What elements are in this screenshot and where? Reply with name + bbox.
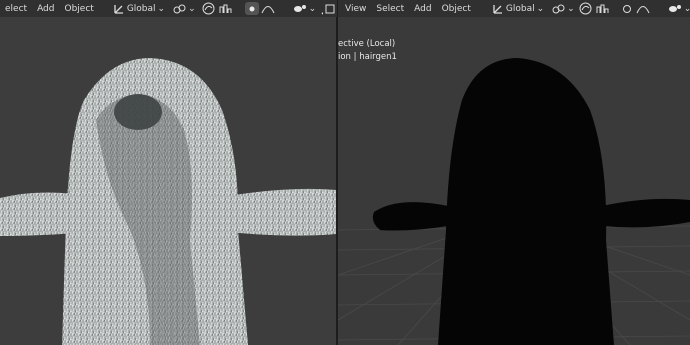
transform-orientation-icon [114, 4, 123, 14]
transform-orientation-value: Global [126, 3, 156, 14]
menu-add[interactable]: Add [409, 4, 436, 14]
snap-icon [202, 2, 215, 15]
pivot-point-icon [173, 4, 186, 13]
viewport-left[interactable]: elect Add Object Global ⌄ ⌄ ⌄ ⌄ [0, 0, 336, 345]
proportional-editing-toggle[interactable] [613, 2, 654, 16]
chevron-down-icon: ⌄ [157, 3, 166, 14]
proportional-editing-icon [622, 4, 631, 13]
proportional-editing-icon [249, 6, 255, 11]
chevron-down-icon: ⌄ [188, 3, 196, 14]
falloff-curve-icon [636, 5, 650, 13]
chevron-down-icon: ⌄ [308, 3, 317, 14]
shading-icon [325, 4, 335, 13]
object-visibility-icon [293, 4, 306, 12]
falloff-curve-icon [261, 5, 275, 13]
object-visibility-dropdown[interactable]: ⌄ [664, 2, 690, 16]
viewport-view-name: ective (Local) [338, 39, 396, 49]
menu-object[interactable]: Object [60, 4, 99, 14]
snap-toggle[interactable] [579, 2, 592, 16]
chevron-down-icon: ⌄ [536, 3, 545, 14]
pivot-point-dropdown[interactable]: ⌄ [169, 2, 200, 16]
snap-increment-dropdown[interactable] [219, 2, 232, 16]
chevron-down-icon: ⌄ [683, 3, 690, 14]
transform-orientation-value: Global [505, 3, 535, 14]
viewport-header-left: elect Add Object Global ⌄ ⌄ ⌄ ⌄ [0, 0, 336, 17]
fur-render-gray[interactable] [0, 0, 336, 345]
menu-select[interactable]: elect [0, 4, 32, 14]
viewport-right[interactable]: View Select Add Object Global ⌄ ⌄ ⌄ ecti… [338, 0, 690, 345]
transform-orientation-icon [493, 4, 502, 14]
snap-increment-dropdown[interactable] [596, 2, 609, 16]
snap-increment-icon [596, 4, 609, 13]
shading-toggle[interactable] [323, 0, 337, 17]
chevron-down-icon: ⌄ [567, 3, 575, 14]
proportional-editing-toggle[interactable] [238, 2, 279, 16]
viewport-object-info: ion | hairgen1 [338, 52, 397, 62]
transform-orientation-dropdown[interactable]: Global ⌄ [488, 2, 548, 16]
menu-add[interactable]: Add [32, 4, 59, 14]
pivot-point-icon [552, 4, 565, 13]
snap-increment-icon [219, 4, 232, 13]
menu-view[interactable]: View [340, 4, 371, 14]
transform-orientation-dropdown[interactable]: Global ⌄ [109, 2, 169, 16]
snap-toggle[interactable] [202, 2, 215, 16]
viewport-header-right: View Select Add Object Global ⌄ ⌄ ⌄ [338, 0, 690, 17]
object-visibility-dropdown[interactable]: ⌄ [289, 2, 321, 16]
snap-icon [579, 2, 592, 15]
object-visibility-icon [668, 4, 681, 12]
menu-select[interactable]: Select [371, 4, 409, 14]
menu-object[interactable]: Object [437, 4, 476, 14]
pivot-point-dropdown[interactable]: ⌄ [548, 2, 579, 16]
